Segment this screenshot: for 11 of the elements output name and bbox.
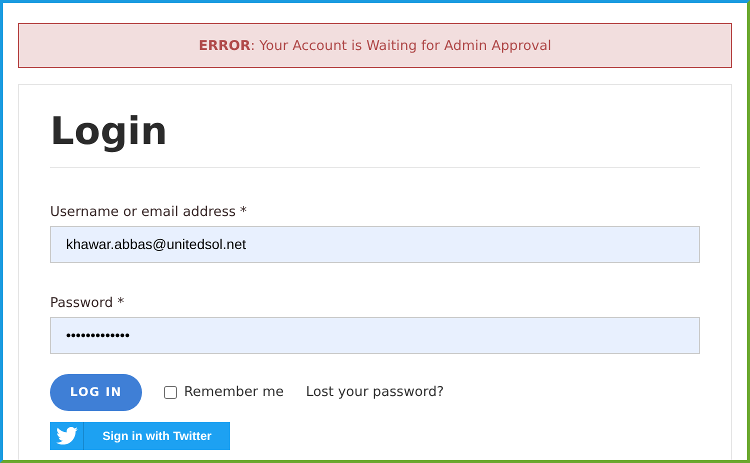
lost-password-link[interactable]: Lost your password?: [306, 384, 444, 400]
bird-icon: [56, 426, 78, 445]
input-field[interactable]: •••••••••••••: [50, 316, 700, 354]
field-label: Username or email address *: [50, 204, 247, 220]
remember-checkbox[interactable]: [164, 386, 177, 399]
login-button[interactable]: LOG IN: [50, 374, 142, 411]
field-label: Password *: [50, 294, 124, 311]
remember-label: Remember me: [184, 384, 284, 400]
error-message: ERROR: Your Account is Waiting for Admin Approval: [18, 23, 732, 68]
input-field[interactable]: khawar.abbas@unitedsol.net: [50, 226, 700, 263]
page-title: Login: [50, 109, 168, 155]
